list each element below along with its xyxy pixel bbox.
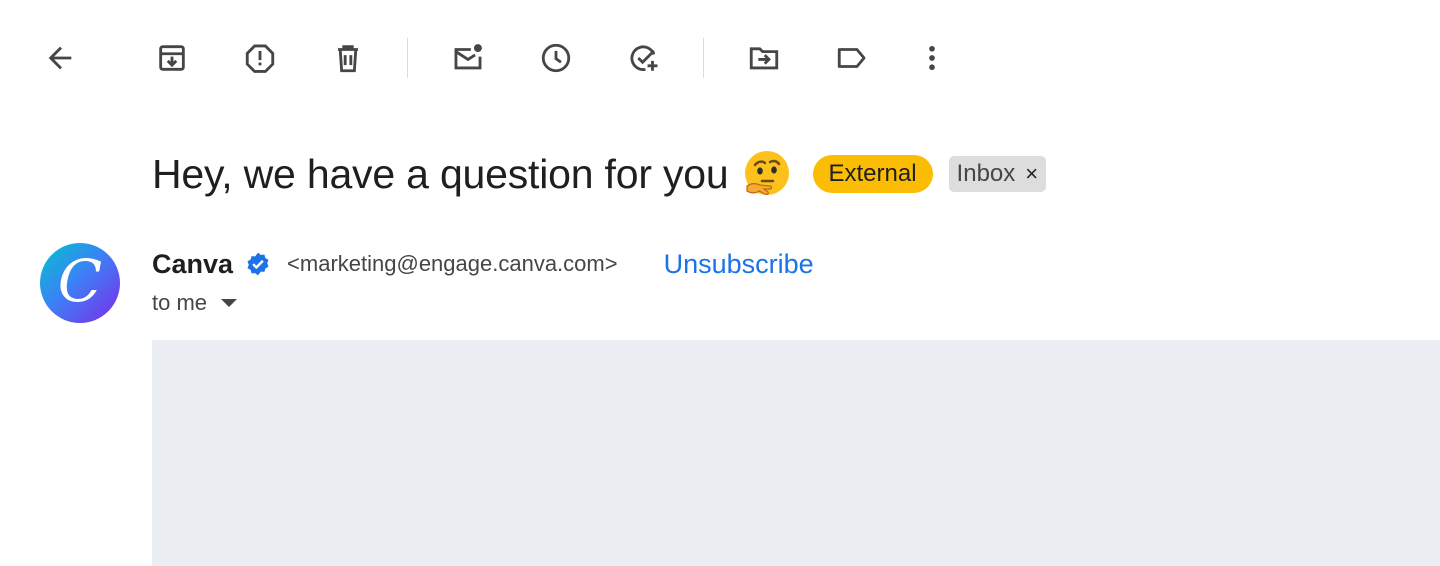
toolbar-divider [407, 38, 408, 78]
sender-avatar[interactable]: C [40, 243, 120, 323]
inbox-label: Inbox × [948, 156, 1047, 192]
archive-button[interactable] [152, 38, 192, 78]
subject-row: Hey, we have a question for you External… [152, 144, 1047, 204]
avatar-letter: C [57, 247, 103, 315]
snooze-button[interactable] [536, 38, 576, 78]
inbox-label-text: Inbox [956, 160, 1016, 187]
sender-email: <marketing@engage.canva.com> [287, 251, 618, 276]
label-icon [837, 48, 866, 68]
show-details-caret-icon[interactable] [221, 299, 238, 307]
email-subject: Hey, we have a question for you [152, 150, 729, 197]
report-spam-icon [245, 44, 275, 73]
unsubscribe-link[interactable]: Unsubscribe [664, 249, 814, 280]
delete-icon [338, 45, 358, 73]
remove-label-icon[interactable]: × [1025, 156, 1038, 192]
external-label: External [812, 155, 933, 193]
email-toolbar [0, 0, 1440, 116]
thinking-face-emoji-icon [744, 151, 789, 195]
more-vert-icon [929, 45, 935, 71]
mark-unread-button[interactable] [448, 38, 488, 78]
label-button[interactable] [832, 38, 872, 78]
add-to-tasks-button[interactable] [624, 38, 664, 78]
snooze-icon [541, 43, 571, 73]
recipient-text: to me [152, 290, 208, 315]
mark-unread-icon [454, 44, 482, 70]
back-arrow-icon [48, 46, 72, 70]
toolbar-divider [703, 38, 704, 78]
more-options-button[interactable] [912, 38, 952, 78]
archive-icon [159, 45, 185, 71]
delete-button[interactable] [328, 38, 368, 78]
add-to-tasks-icon [630, 45, 658, 71]
sender-row: Canva <marketing@engage.canva.com> Unsub… [152, 244, 814, 284]
report-spam-button[interactable] [240, 38, 280, 78]
move-to-icon [749, 47, 779, 70]
back-button[interactable] [40, 38, 80, 78]
verified-badge-icon [247, 252, 269, 276]
recipient-row: to me [152, 288, 238, 318]
move-to-button[interactable] [744, 38, 784, 78]
sender-name[interactable]: Canva [152, 249, 233, 280]
email-body [152, 340, 1440, 566]
